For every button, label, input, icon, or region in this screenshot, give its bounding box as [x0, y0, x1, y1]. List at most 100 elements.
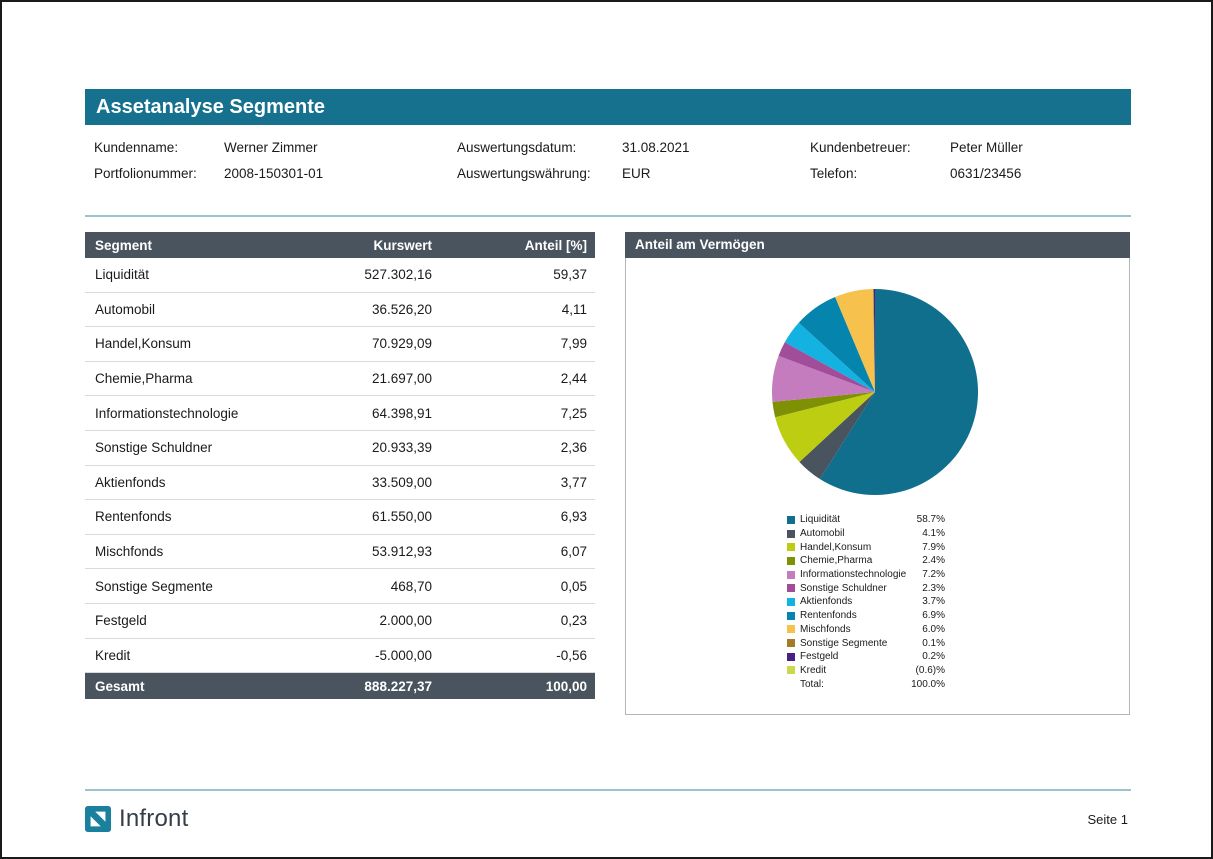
- legend-swatch: [787, 666, 795, 674]
- table-row: Rentenfonds61.550,006,93: [85, 500, 595, 535]
- table-body: Liquidität527.302,1659,37Automobil36.526…: [85, 258, 595, 673]
- legend-label: Handel,Konsum: [800, 542, 871, 553]
- anteil-value: 7,25: [440, 406, 595, 421]
- anteil-value: 7,99: [440, 336, 595, 351]
- legend-pct: 58.7%: [917, 514, 945, 525]
- legend-pct: 4.1%: [922, 528, 945, 539]
- legend-swatch: [787, 639, 795, 647]
- legend-pct: 3.7%: [922, 596, 945, 607]
- legend-pct: 2.4%: [922, 555, 945, 566]
- legend-label: Kredit: [800, 665, 826, 676]
- legend-label: Chemie,Pharma: [800, 555, 872, 566]
- total-label: Gesamt: [85, 679, 285, 694]
- kurswert-value: 36.526,20: [285, 302, 440, 317]
- legend-pct: 6.0%: [922, 624, 945, 635]
- segment-name: Chemie,Pharma: [85, 371, 285, 386]
- info-label-auswertungsdatum: Auswertungsdatum:: [457, 138, 622, 158]
- kurswert-value: 468,70: [285, 579, 440, 594]
- info-value-waehrung: EUR: [622, 164, 810, 184]
- chart-panel: Anteil am Vermögen Liquidität58.7%Automo…: [625, 232, 1130, 715]
- legend-label: Rentenfonds: [800, 610, 857, 621]
- table-row: Handel,Konsum70.929,097,99: [85, 327, 595, 362]
- segment-name: Liquidität: [85, 267, 285, 282]
- chart-title-text: Anteil am Vermögen: [635, 237, 765, 252]
- report-page: Assetanalyse Segmente Kundenname: Werner…: [0, 0, 1213, 859]
- customer-info: Kundenname: Werner Zimmer Auswertungsdat…: [85, 125, 1131, 184]
- legend-item: Informationstechnologie7.2%: [787, 568, 945, 582]
- legend-item: Aktienfonds3.7%: [787, 595, 945, 609]
- chart-panel-title: Anteil am Vermögen: [625, 232, 1130, 258]
- info-label-portfolionummer: Portfolionummer:: [94, 164, 224, 184]
- chart-panel-body: Liquidität58.7%Automobil4.1%Handel,Konsu…: [625, 258, 1130, 715]
- table-header-row: Segment Kurswert Anteil [%]: [85, 232, 595, 258]
- main-content: Segment Kurswert Anteil [%] Liquidität52…: [85, 232, 1131, 715]
- table-row: Sonstige Segmente468,700,05: [85, 569, 595, 604]
- header-divider: [85, 215, 1131, 217]
- segment-name: Festgeld: [85, 613, 285, 628]
- segment-name: Handel,Konsum: [85, 336, 285, 351]
- legend-pct: (0.6)%: [916, 665, 945, 676]
- chart-legend: Liquidität58.7%Automobil4.1%Handel,Konsu…: [787, 513, 945, 691]
- report-body: Assetanalyse Segmente Kundenname: Werner…: [85, 89, 1131, 715]
- legend-item: Kredit (0.6)%: [787, 664, 945, 678]
- legend-swatch: [787, 516, 795, 524]
- page-number: Seite 1: [1088, 812, 1131, 827]
- infront-logo-icon: [85, 806, 111, 832]
- legend-item: Liquidität58.7%: [787, 513, 945, 527]
- anteil-value: 6,93: [440, 509, 595, 524]
- column-header-anteil: Anteil [%]: [440, 238, 595, 253]
- info-value-kundenbetreuer: Peter Müller: [950, 138, 1131, 158]
- legend-swatch: [787, 598, 795, 606]
- table-row: Chemie,Pharma21.697,002,44: [85, 362, 595, 397]
- table-row: Automobil36.526,204,11: [85, 293, 595, 328]
- table-row: Festgeld2.000,000,23: [85, 604, 595, 639]
- legend-swatch: [787, 543, 795, 551]
- kurswert-value: 61.550,00: [285, 509, 440, 524]
- kurswert-value: 2.000,00: [285, 613, 440, 628]
- segment-name: Rentenfonds: [85, 509, 285, 524]
- anteil-value: 0,23: [440, 613, 595, 628]
- brand-name: Infront: [119, 805, 188, 833]
- kurswert-value: 53.912,93: [285, 544, 440, 559]
- segment-name: Sonstige Segmente: [85, 579, 285, 594]
- segment-name: Kredit: [85, 648, 285, 663]
- legend-pct: 7.9%: [922, 542, 945, 553]
- legend-item: Handel,Konsum 7.9%: [787, 540, 945, 554]
- legend-pct: 6.9%: [922, 610, 945, 621]
- legend-total-pct: 100.0%: [911, 679, 945, 690]
- info-value-auswertungsdatum: 31.08.2021: [622, 138, 810, 158]
- total-anteil: 100,00: [440, 679, 595, 694]
- info-value-kundenname: Werner Zimmer: [224, 138, 457, 158]
- table-row: Mischfonds53.912,936,07: [85, 535, 595, 570]
- info-label-kundenname: Kundenname:: [94, 138, 224, 158]
- legend-item: Sonstige Segmente0.1%: [787, 636, 945, 650]
- anteil-value: 4,11: [440, 302, 595, 317]
- legend-pct: 7.2%: [922, 569, 945, 580]
- legend-item: Chemie,Pharma 2.4%: [787, 554, 945, 568]
- kurswert-value: 20.933,39: [285, 440, 440, 455]
- anteil-value: 6,07: [440, 544, 595, 559]
- anteil-value: 3,77: [440, 475, 595, 490]
- legend-item: Sonstige Schuldner2.3%: [787, 581, 945, 595]
- anteil-value: 0,05: [440, 579, 595, 594]
- anteil-value: 2,44: [440, 371, 595, 386]
- kurswert-value: 70.929,09: [285, 336, 440, 351]
- column-header-segment: Segment: [85, 238, 285, 253]
- table-row: Liquidität527.302,1659,37: [85, 258, 595, 293]
- table-row: Aktienfonds33.509,003,77: [85, 466, 595, 501]
- legend-pct: 2.3%: [922, 583, 945, 594]
- legend-swatch: [787, 530, 795, 538]
- info-value-portfolionummer: 2008-150301-01: [224, 164, 457, 184]
- table-total-row: Gesamt 888.227,37 100,00: [85, 673, 595, 699]
- table-row: Sonstige Schuldner20.933,392,36: [85, 431, 595, 466]
- legend-swatch: [787, 612, 795, 620]
- legend-pct: 0.1%: [922, 638, 945, 649]
- segment-name: Automobil: [85, 302, 285, 317]
- info-value-telefon: 0631/23456: [950, 164, 1131, 184]
- kurswert-value: 33.509,00: [285, 475, 440, 490]
- legend-total-row: Total:100.0%: [787, 677, 945, 691]
- legend-swatch: [787, 557, 795, 565]
- legend-item: Festgeld0.2%: [787, 650, 945, 664]
- kurswert-value: 64.398,91: [285, 406, 440, 421]
- kurswert-value: 21.697,00: [285, 371, 440, 386]
